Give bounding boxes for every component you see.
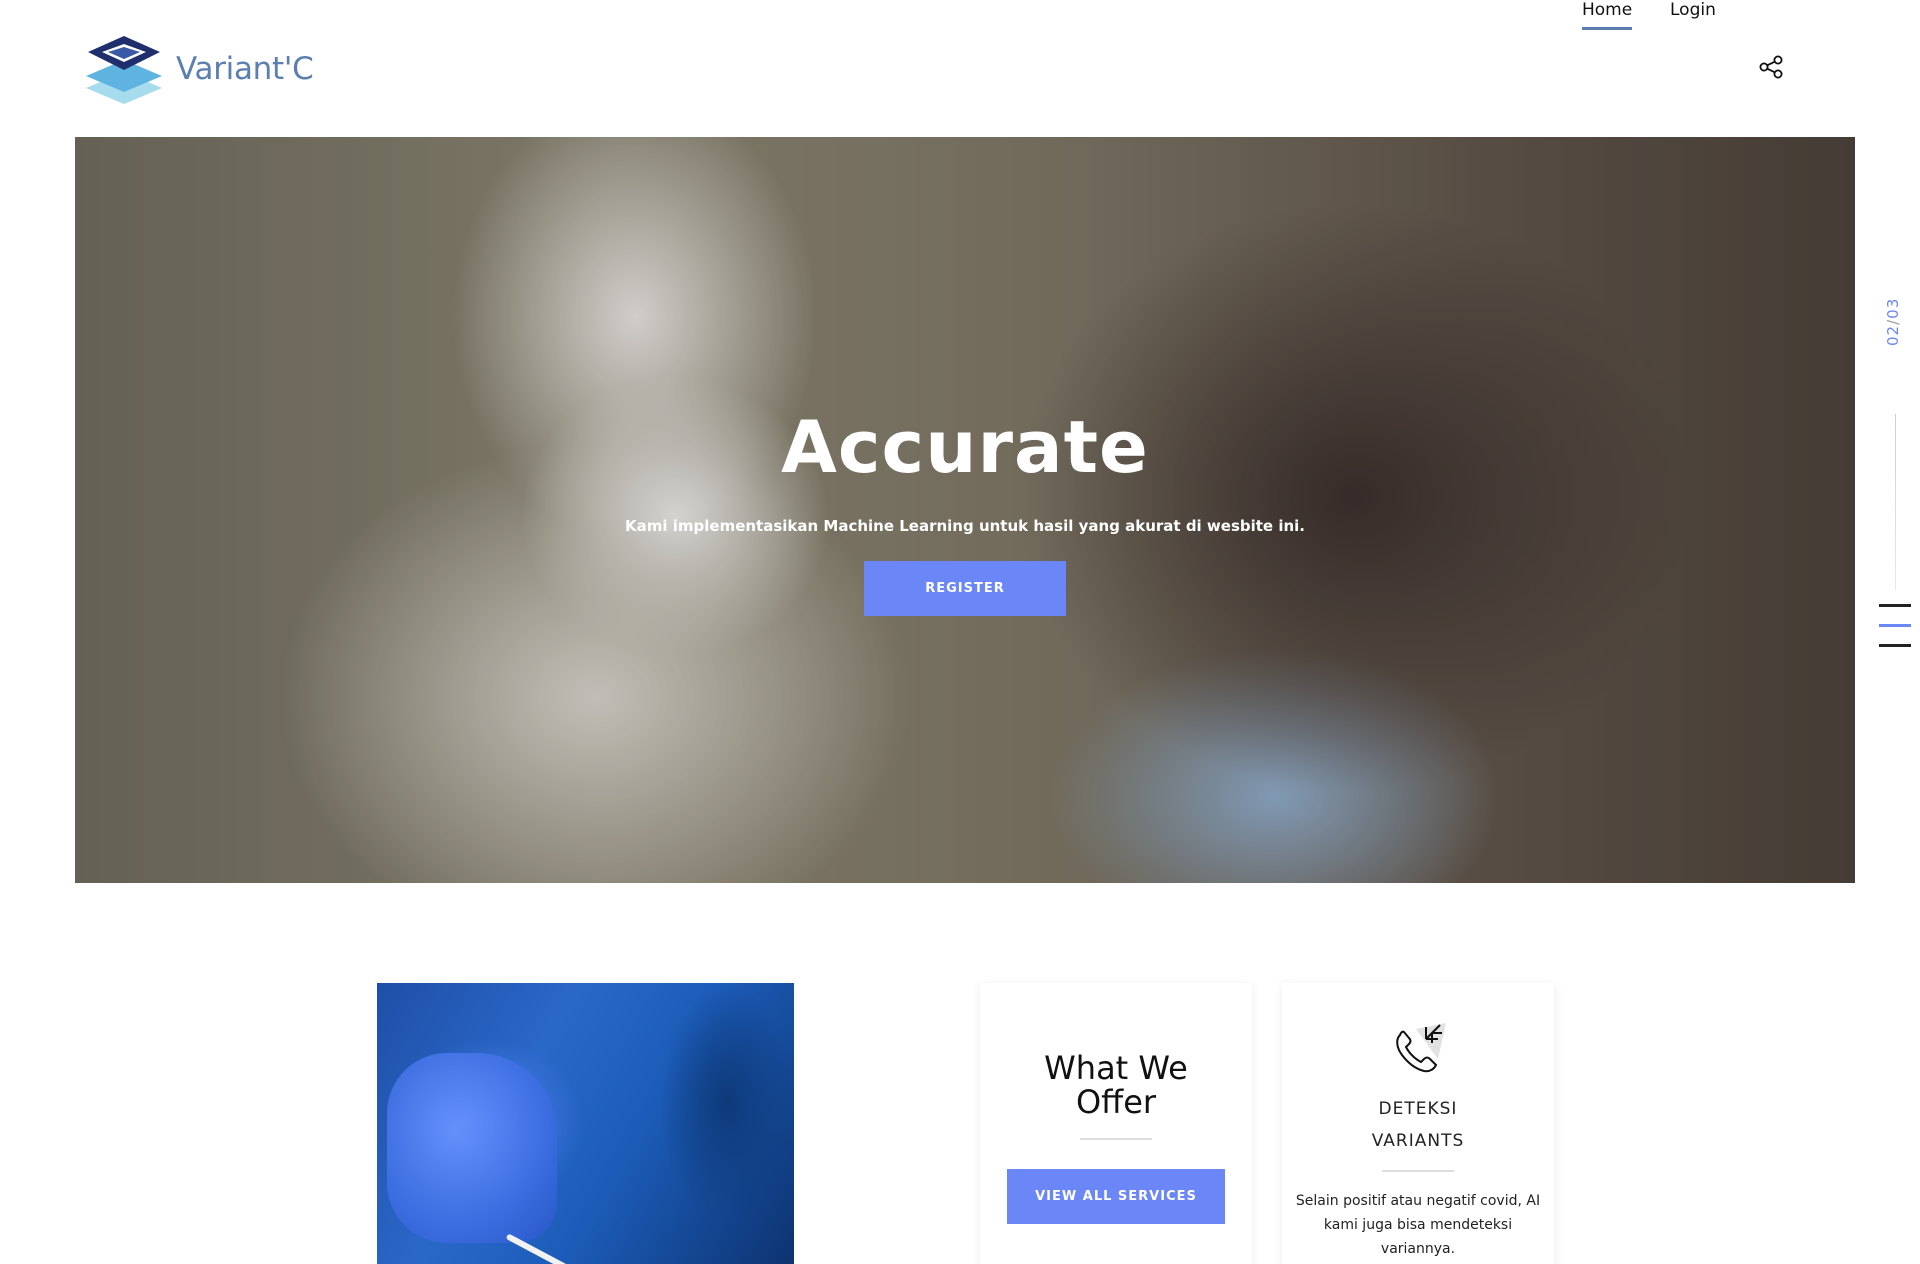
deteksi-title-line1: DETEKSI [1378, 1099, 1458, 1119]
slide-total: 03 [1884, 297, 1902, 319]
menu-bar [1879, 644, 1911, 647]
menu-bar [1879, 604, 1911, 607]
site-header: Variant'C Home Login [0, 0, 1920, 136]
brand-logo[interactable]: Variant'C [82, 32, 314, 106]
phone-icon [1396, 1023, 1446, 1073]
offer-card: What We Offer VIEW ALL SERVICES [980, 983, 1252, 1264]
offer-title: What We Offer [980, 1051, 1252, 1119]
slide-current: 02 [1884, 324, 1902, 346]
nav-login[interactable]: Login [1670, 0, 1716, 20]
hero-subtitle: Kami implementasikan Machine Learning un… [625, 517, 1305, 535]
offer-title-line1: What We [1044, 1049, 1188, 1087]
brand-name: Variant'C [176, 51, 314, 87]
glove-shape [387, 1053, 557, 1243]
deteksi-card: DETEKSI VARIANTS Selain positif atau neg… [1282, 983, 1554, 1264]
deteksi-description: Selain positif atau negatif covid, AI ka… [1295, 1193, 1541, 1257]
deteksi-title-line2: VARIANTS [1371, 1131, 1465, 1151]
deteksi-title: DETEKSI VARIANTS [1282, 1093, 1554, 1157]
hero-image-overlay [75, 137, 1855, 883]
deteksi-divider [1382, 1170, 1454, 1172]
hero-banner: Accurate Kami implementasikan Machine Le… [75, 137, 1855, 883]
slide-progress-line [1895, 414, 1896, 590]
view-all-services-button[interactable]: VIEW ALL SERVICES [1007, 1169, 1225, 1224]
menu-icon[interactable] [1879, 604, 1911, 648]
offer-divider [1080, 1138, 1152, 1140]
gloves-swab-image [377, 983, 794, 1264]
offer-title-line2: Offer [1075, 1083, 1157, 1121]
register-button[interactable]: REGISTER [864, 561, 1066, 616]
slide-counter: 02/03 [1884, 298, 1902, 346]
slide-separator: / [1884, 318, 1902, 325]
share-icon[interactable] [1758, 54, 1784, 80]
hero-title: Accurate [781, 405, 1149, 489]
nav-home[interactable]: Home [1582, 0, 1633, 30]
layers-logo-icon [86, 36, 162, 104]
menu-bar [1879, 624, 1911, 627]
